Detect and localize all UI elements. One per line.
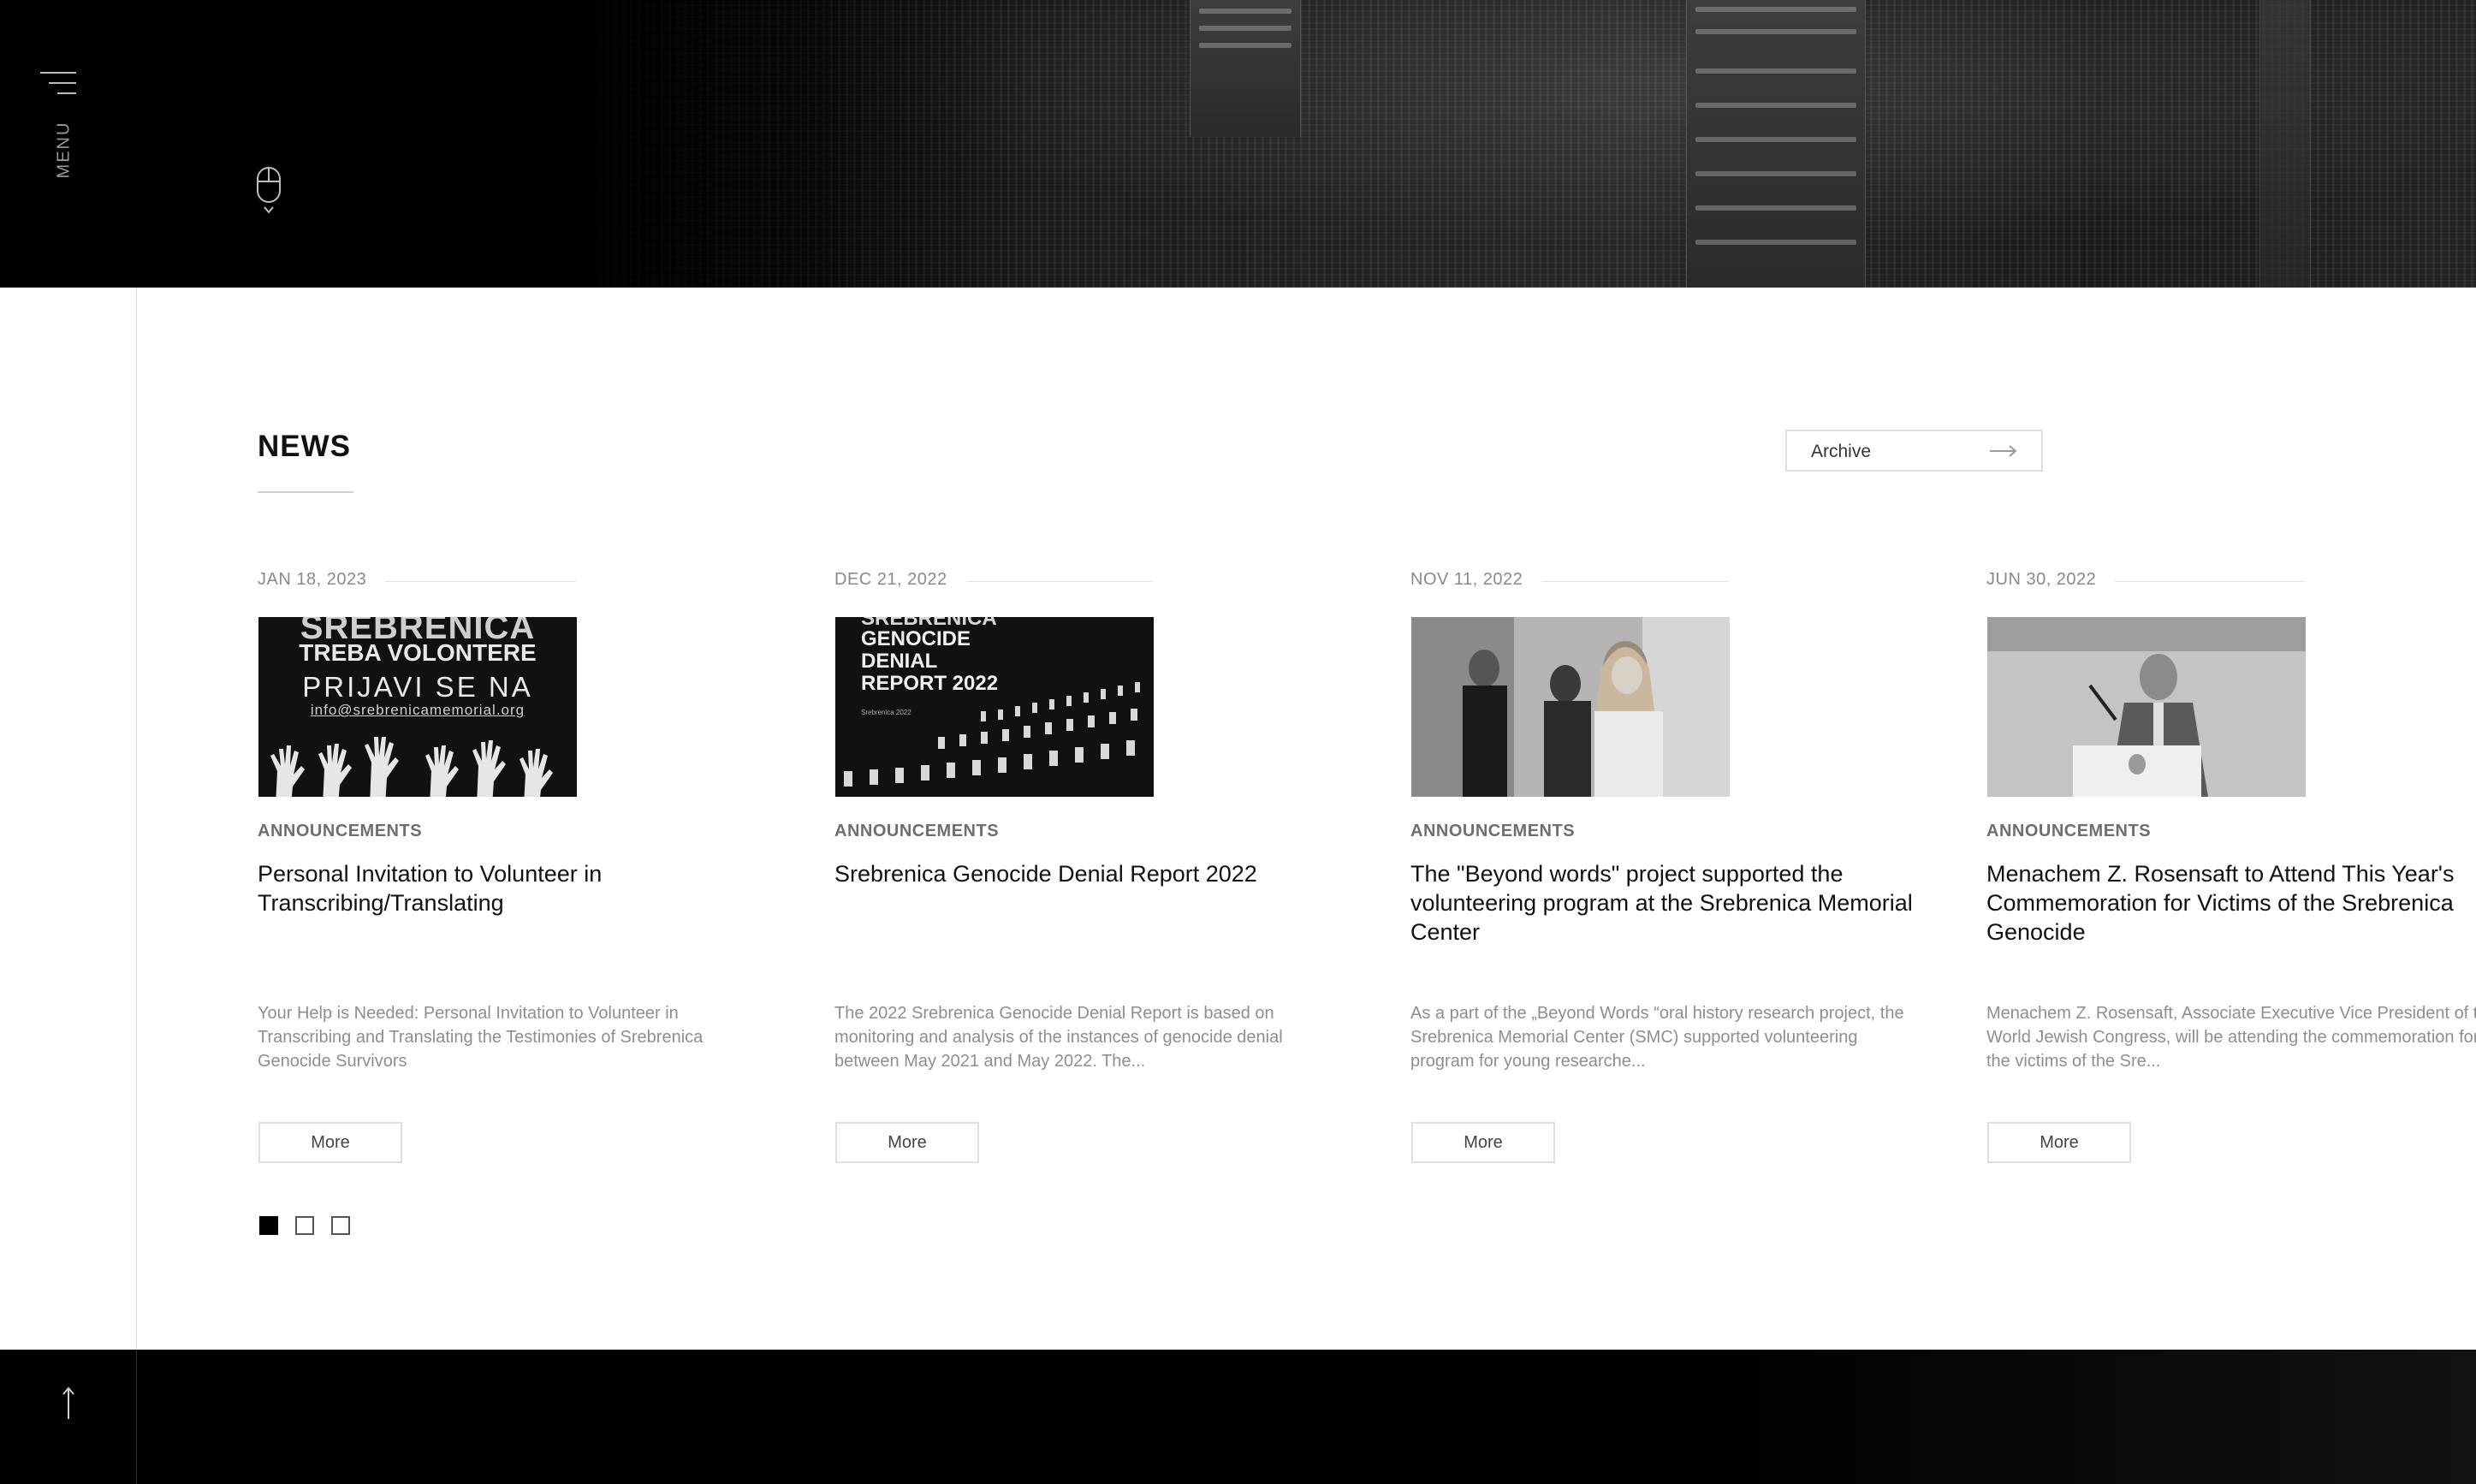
news-excerpt: Your Help is Needed: Personal Invitation… xyxy=(258,1004,704,1071)
more-button[interactable]: More xyxy=(1411,1122,1555,1163)
scroll-to-top-icon[interactable] xyxy=(56,1386,80,1421)
speaker-photo xyxy=(1987,617,2306,797)
news-card: DEC 21, 2022 SREBRENICA GENOCIDE DENIAL … xyxy=(834,565,1382,1164)
news-date: DEC 21, 2022 xyxy=(834,570,966,590)
sidebar-bottom xyxy=(0,1350,137,1484)
more-button[interactable]: More xyxy=(1987,1122,2131,1163)
news-card: NOV 11, 2022 ANNOUNCEMENTS The "Beyond w… xyxy=(1410,565,1958,1164)
news-date: JUN 30, 2022 xyxy=(1986,570,2116,590)
news-category: ANNOUNCEMENTS xyxy=(1986,822,2152,840)
thumb-text: TREBA VOLONTERE xyxy=(299,639,537,666)
archive-button-label: Archive xyxy=(1811,442,1872,461)
thumb-text: PRIJAVI SE NA xyxy=(302,671,533,703)
news-excerpt: As a part of the „Beyond Words “oral his… xyxy=(1410,1004,1904,1071)
scroll-mouse-icon[interactable] xyxy=(256,166,283,216)
news-card: JUN 30, 2022 ANNOUNCEMENTS Menachem Z. R… xyxy=(1986,565,2476,1164)
footer-band xyxy=(0,1350,2476,1484)
people-photo xyxy=(1411,617,1730,797)
news-headline[interactable]: Personal Invitation to Volunteer in Tran… xyxy=(258,859,797,917)
memorial-stone xyxy=(1190,0,1301,137)
thumb-text: info@srebrenicamemorial.org xyxy=(310,702,525,718)
news-excerpt: Menachem Z. Rosensaft, Associate Executi… xyxy=(1986,1004,2476,1071)
title-underline xyxy=(258,491,353,493)
sidebar-top: MENU xyxy=(0,0,137,288)
news-category: ANNOUNCEMENTS xyxy=(1410,822,1576,840)
news-category: ANNOUNCEMENTS xyxy=(258,822,423,840)
news-section-title: NEWS xyxy=(258,430,351,463)
sidebar: MENU xyxy=(0,0,137,1484)
thumb-text: DENIAL xyxy=(861,650,938,673)
raised-hands-illustration xyxy=(270,737,553,797)
pager-dot-2[interactable] xyxy=(295,1216,314,1235)
thumb-text: REPORT 2022 xyxy=(861,672,999,695)
hero-banner xyxy=(0,0,2476,288)
news-thumbnail[interactable]: SREBRENICA GENOCIDE DENIAL REPORT 2022 S… xyxy=(835,617,1154,797)
arrow-right-icon xyxy=(1990,445,2017,457)
news-thumbnail[interactable] xyxy=(1411,617,1730,797)
hero-fade xyxy=(0,0,1027,288)
news-excerpt: The 2022 Srebrenica Genocide Denial Repo… xyxy=(834,1004,1283,1071)
news-thumbnail[interactable] xyxy=(1987,617,2306,797)
hamburger-menu-icon[interactable] xyxy=(40,72,76,96)
news-headline[interactable]: Menachem Z. Rosensaft to Attend This Yea… xyxy=(1986,859,2476,947)
thumb-text: Srebrenica 2022 xyxy=(861,709,911,716)
news-headline[interactable]: Srebrenica Genocide Denial Report 2022 xyxy=(834,859,1374,888)
memorial-stone xyxy=(2259,0,2311,288)
pager-dot-3[interactable] xyxy=(331,1216,350,1235)
more-button[interactable]: More xyxy=(258,1122,402,1163)
news-date: JAN 18, 2023 xyxy=(258,570,386,590)
thumb-text: GENOCIDE xyxy=(861,627,971,650)
news-date: NOV 11, 2022 xyxy=(1410,570,1542,590)
menu-label[interactable]: MENU xyxy=(55,122,74,179)
archive-button[interactable]: Archive xyxy=(1785,430,2043,472)
news-headline[interactable]: The "Beyond words" project supported the… xyxy=(1410,859,1950,947)
news-thumbnail[interactable]: SREBRENICA TREBA VOLONTERE PRIJAVI SE NA… xyxy=(258,617,577,797)
news-category: ANNOUNCEMENTS xyxy=(834,822,1000,840)
news-card: JAN 18, 2023 SREBRENICA TREBA VOLONTERE … xyxy=(258,565,805,1164)
more-button[interactable]: More xyxy=(835,1122,979,1163)
pager-dot-1[interactable] xyxy=(259,1216,278,1235)
memorial-stone xyxy=(1686,0,1866,288)
